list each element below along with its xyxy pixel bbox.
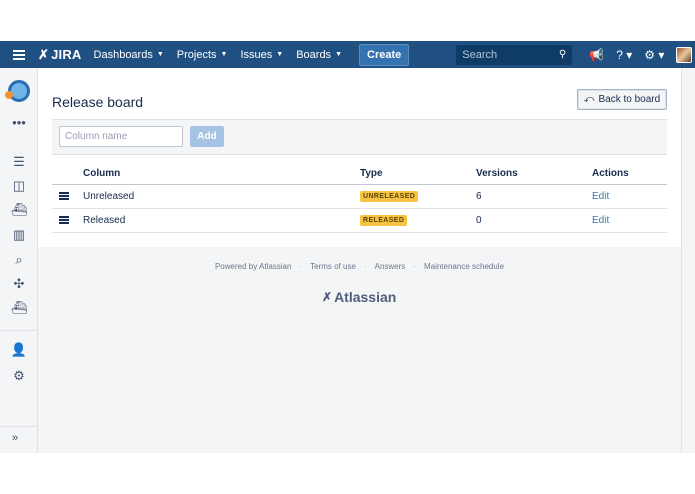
jira-logo-text: JIRA	[51, 47, 82, 62]
menu-icon[interactable]	[0, 41, 38, 68]
footer-separator: ·	[413, 262, 416, 271]
release-board-icon[interactable]: ⛴	[11, 300, 28, 316]
footer-separator: ·	[299, 262, 303, 271]
backlog-icon[interactable]: ☰	[11, 154, 27, 170]
jira-logo[interactable]: ✗ JIRA	[38, 47, 82, 63]
grip-header	[52, 163, 83, 185]
versions-cell: 6	[476, 184, 592, 209]
search-input[interactable]: Search ⚲	[456, 44, 573, 65]
column-name-cell: Released	[83, 208, 360, 233]
atlassian-logo-text: Atlassian	[334, 289, 397, 305]
expand-sidebar-icon[interactable]: »	[12, 432, 18, 444]
topbar-right-icons: 📢 ? ▾ ⚙ ▾	[589, 46, 693, 63]
nav-projects[interactable]: Projects ▼	[177, 49, 228, 61]
chevron-down-icon: ▼	[335, 51, 342, 58]
gear-icon[interactable]: ⚙ ▾	[644, 48, 664, 62]
create-button[interactable]: Create	[359, 43, 410, 66]
add-column-bar: Column name Add	[52, 119, 667, 155]
issues-search-icon[interactable]: ⌕	[11, 252, 27, 268]
page-title: Release board	[52, 94, 144, 110]
top-navigation-bar: ✗ JIRA Dashboards ▼ Projects ▼ Issues ▼ Boa…	[0, 41, 695, 68]
help-icon[interactable]: ? ▾	[616, 48, 632, 62]
drag-handle-icon[interactable]	[52, 184, 83, 209]
chevron-down-icon: ▼	[156, 51, 164, 58]
project-avatar[interactable]	[5, 80, 30, 102]
megaphone-icon[interactable]: 📢	[589, 48, 604, 62]
search-icon: ⚲	[558, 49, 567, 60]
status-badge: RELEASED	[360, 215, 408, 226]
type-cell: RELEASED	[360, 208, 476, 233]
main-content: Release board ⤺ Back to board Column nam…	[38, 68, 681, 247]
addons-icon[interactable]: ✣	[11, 276, 27, 292]
footer-links: Powered by Atlassian · Terms of use · An…	[38, 262, 681, 271]
atlassian-logo-icon: ✗	[322, 290, 333, 304]
table-row: Released RELEASED 0 Edit	[52, 208, 667, 233]
more-icon[interactable]: •••	[11, 114, 27, 130]
chevron-down-icon: ▼	[220, 51, 228, 58]
user-avatar[interactable]	[676, 46, 693, 63]
back-to-board-label: Back to board	[598, 94, 661, 105]
sidebar-divider	[0, 330, 37, 331]
nav-dashboards-label: Dashboards	[93, 48, 153, 61]
footer-link-maintenance[interactable]: Maintenance schedule	[424, 262, 504, 271]
versions-cell: 0	[476, 208, 592, 233]
type-cell: UNRELEASED	[360, 184, 476, 209]
board-icon[interactable]: ◫	[11, 178, 27, 194]
nav-issues[interactable]: Issues ▼	[240, 49, 283, 61]
versions-header: Versions	[476, 163, 592, 185]
column-header: Column	[83, 163, 360, 185]
add-people-icon[interactable]: 👤	[11, 342, 27, 358]
chevron-down-icon: ▼	[276, 51, 284, 58]
drag-handle-icon[interactable]	[52, 208, 83, 233]
table-row: Unreleased UNRELEASED 6 Edit	[52, 184, 667, 209]
columns-table: Column Type Versions Actions Unreleased …	[52, 163, 667, 233]
footer-link-terms[interactable]: Terms of use	[310, 262, 356, 271]
column-name-input[interactable]: Column name	[59, 126, 183, 147]
edit-link[interactable]: Edit	[592, 191, 609, 202]
nav-projects-label: Projects	[176, 48, 217, 61]
add-button[interactable]: Add	[190, 126, 224, 147]
table-header-row: Column Type Versions Actions	[52, 163, 667, 185]
jira-logo-icon: ✗	[38, 46, 50, 62]
actions-cell: Edit	[592, 208, 667, 233]
sidebar-divider	[0, 426, 37, 427]
reports-icon[interactable]: ▥	[11, 227, 27, 243]
nav-boards-label: Boards	[296, 48, 332, 61]
type-header: Type	[360, 163, 476, 185]
footer-link-powered[interactable]: Powered by Atlassian	[215, 262, 292, 271]
actions-header: Actions	[592, 163, 667, 185]
edit-link[interactable]: Edit	[592, 215, 609, 226]
back-arrow-icon: ⤺	[583, 94, 595, 105]
search-placeholder: Search	[462, 48, 498, 61]
project-sidebar: ••• ☰ ◫ ⛴ ▥ ⌕ ✣ ⛴ 👤 ⚙ »	[0, 68, 38, 453]
actions-cell: Edit	[592, 184, 667, 209]
page-scrollbar[interactable]	[681, 68, 695, 453]
footer-separator: ·	[363, 262, 367, 271]
nav-boards[interactable]: Boards ▼	[296, 49, 342, 61]
nav-issues-label: Issues	[240, 48, 273, 61]
releases-icon[interactable]: ⛴	[11, 202, 28, 218]
atlassian-logo[interactable]: ✗ Atlassian	[322, 289, 396, 305]
app-frame: ✗ JIRA Dashboards ▼ Projects ▼ Issues ▼ Boa…	[0, 41, 695, 453]
back-to-board-button[interactable]: ⤺ Back to board	[577, 89, 667, 110]
settings-icon[interactable]: ⚙	[11, 368, 27, 384]
nav-dashboards[interactable]: Dashboards ▼	[94, 49, 164, 61]
status-badge: UNRELEASED	[360, 191, 419, 202]
column-name-cell: Unreleased	[83, 184, 360, 209]
footer-link-answers[interactable]: Answers	[375, 262, 406, 271]
